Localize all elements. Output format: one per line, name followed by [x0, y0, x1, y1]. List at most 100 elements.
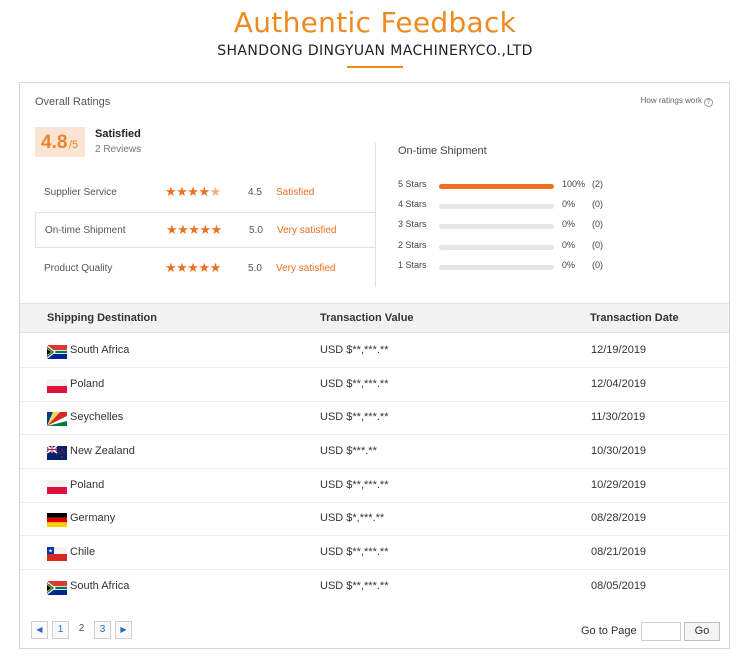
- row-value: USD $**,***.**: [320, 546, 389, 558]
- row-destination: Germany: [70, 512, 116, 524]
- section-divider: [375, 143, 376, 287]
- row-value: USD $**,***.**: [320, 580, 389, 592]
- distribution-label: 1 Stars: [398, 260, 427, 270]
- table-row: South Africa USD $**,***.** 08/05/2019: [20, 570, 729, 604]
- table-row: Poland USD $**,***.** 12/04/2019: [20, 368, 729, 402]
- rating-label: Supplier Service: [44, 187, 117, 198]
- go-to-page-input[interactable]: [641, 622, 681, 641]
- how-ratings-work-label[interactable]: How ratings work: [641, 96, 702, 105]
- poland-flag-icon: [47, 480, 67, 494]
- shipment-distribution-title: On-time Shipment: [398, 145, 487, 157]
- company-name: SHANDONG DINGYUAN MACHINERYCO.,LTD: [217, 43, 533, 59]
- new-zealand-flag-icon: [47, 446, 67, 460]
- go-button[interactable]: Go: [684, 622, 720, 641]
- overall-score-badge: 4.8 /5: [35, 127, 85, 157]
- table-row: Poland USD $**,***.** 10/29/2019: [20, 469, 729, 503]
- table-row: Seychelles USD $**,***.** 11/30/2019: [20, 401, 729, 435]
- col-shipping-destination: Shipping Destination: [47, 312, 157, 324]
- distribution-bar: [439, 265, 554, 270]
- seychelles-flag-icon: [47, 412, 67, 426]
- overall-ratings-label: Overall Ratings: [35, 96, 111, 108]
- row-value: USD $*,***.**: [320, 512, 385, 524]
- distribution-count: (0): [592, 260, 603, 270]
- row-date: 11/30/2019: [591, 411, 646, 423]
- distribution-label: 5 Stars: [398, 179, 427, 189]
- page-3-button[interactable]: 3: [94, 621, 111, 639]
- transactions-table-header: Shipping Destination Transaction Value T…: [20, 303, 729, 333]
- row-destination: New Zealand: [70, 445, 135, 457]
- rating-row-supplier-service: Supplier Service ★★★★★ 4.5 Satisfied: [35, 175, 375, 211]
- south-africa-flag-icon: [47, 581, 67, 595]
- distribution-label: 3 Stars: [398, 219, 427, 229]
- page-1-button[interactable]: 1: [52, 621, 69, 639]
- row-value: USD $**,***.**: [320, 479, 389, 491]
- distribution-count: (0): [592, 219, 603, 229]
- feedback-panel: Overall Ratings How ratings work? 4.8 /5…: [19, 82, 730, 649]
- page-2-button[interactable]: 2: [73, 621, 90, 639]
- distribution-pct: 100%: [562, 179, 586, 189]
- row-destination: Poland: [70, 479, 105, 491]
- distribution-count: (0): [592, 240, 603, 250]
- row-destination: South Africa: [70, 344, 130, 356]
- row-date: 12/04/2019: [591, 378, 647, 390]
- satisfaction-level: Satisfied: [95, 128, 141, 140]
- row-date: 12/19/2019: [591, 344, 647, 356]
- star-rating-icon: ★★★★★: [165, 184, 221, 199]
- table-row: South Africa USD $**,***.** 12/19/2019: [20, 334, 729, 368]
- row-date: 08/28/2019: [591, 512, 647, 524]
- rating-label: On-time Shipment: [45, 225, 126, 236]
- distribution-pct: 0%: [562, 260, 576, 270]
- rating-score: 5.0: [248, 263, 262, 274]
- distribution-pct: 0%: [562, 219, 576, 229]
- rating-desc: Very satisfied: [276, 263, 336, 274]
- col-transaction-date: Transaction Date: [590, 312, 679, 324]
- germany-flag-icon: [47, 513, 67, 527]
- distribution-count: (2): [592, 179, 603, 189]
- star-rating-icon: ★★★★★: [166, 222, 222, 237]
- overall-score: 4.8: [41, 132, 68, 153]
- rating-desc: Satisfied: [276, 187, 315, 198]
- next-page-button[interactable]: ▶: [115, 621, 132, 639]
- distribution-row-5: 5 Stars 100% (2): [398, 179, 638, 193]
- distribution-count: (0): [592, 199, 603, 209]
- table-row: Chile USD $**,***.** 08/21/2019: [20, 536, 729, 570]
- distribution-label: 4 Stars: [398, 199, 427, 209]
- south-africa-flag-icon: [47, 345, 67, 359]
- row-value: USD $**,***.**: [320, 411, 389, 423]
- row-date: 10/30/2019: [591, 445, 647, 457]
- review-count: 2 Reviews: [95, 144, 142, 155]
- rating-score: 4.5: [248, 187, 262, 198]
- rating-row-on-time-shipment[interactable]: On-time Shipment ★★★★★ 5.0 Very satisfie…: [35, 212, 375, 248]
- how-ratings-work-link[interactable]: How ratings work?: [641, 96, 713, 107]
- row-date: 08/21/2019: [591, 546, 647, 558]
- table-row: New Zealand USD $***.** 10/30/2019: [20, 435, 729, 469]
- row-destination: Poland: [70, 378, 105, 390]
- distribution-row-4: 4 Stars 0% (0): [398, 199, 638, 213]
- go-to-page-label: Go to Page: [581, 625, 637, 637]
- prev-page-button[interactable]: ◀: [31, 621, 48, 639]
- row-destination: Seychelles: [70, 411, 124, 423]
- rating-label: Product Quality: [44, 263, 113, 274]
- row-destination: Chile: [70, 546, 96, 558]
- star-rating-icon: ★★★★★: [165, 260, 221, 275]
- row-value: USD $***.**: [320, 445, 377, 457]
- rating-row-product-quality: Product Quality ★★★★★ 5.0 Very satisfied: [35, 251, 375, 287]
- distribution-row-1: 1 Stars 0% (0): [398, 260, 638, 274]
- rating-desc: Very satisfied: [277, 225, 337, 236]
- distribution-pct: 0%: [562, 240, 576, 250]
- col-transaction-value: Transaction Value: [320, 312, 414, 324]
- distribution-label: 2 Stars: [398, 240, 427, 250]
- row-destination: South Africa: [70, 580, 130, 592]
- row-value: USD $**,***.**: [320, 378, 389, 390]
- distribution-row-2: 2 Stars 0% (0): [398, 240, 638, 254]
- distribution-bar: [439, 184, 554, 189]
- row-date: 10/29/2019: [591, 479, 647, 491]
- row-date: 08/05/2019: [591, 580, 647, 592]
- distribution-bar: [439, 245, 554, 250]
- distribution-bar: [439, 224, 554, 229]
- help-icon[interactable]: ?: [704, 98, 713, 107]
- distribution-row-3: 3 Stars 0% (0): [398, 219, 638, 233]
- distribution-bar-fill: [439, 184, 554, 189]
- page-title: Authentic Feedback: [233, 6, 517, 39]
- score-suffix: /5: [69, 139, 79, 151]
